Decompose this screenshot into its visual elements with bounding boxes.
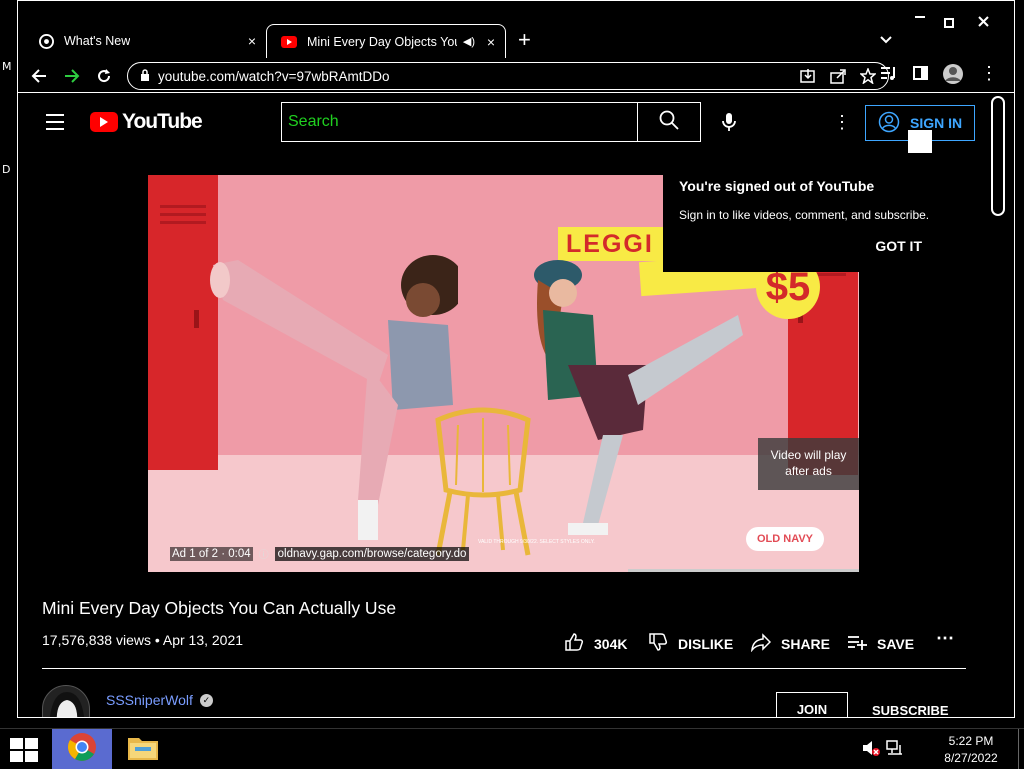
tab-whats-new[interactable]: What's New × bbox=[24, 24, 266, 58]
save-button[interactable]: SAVE bbox=[847, 632, 914, 655]
volume-muted-icon[interactable] bbox=[862, 739, 880, 762]
folder-icon bbox=[127, 733, 159, 766]
forward-button[interactable] bbox=[61, 65, 83, 87]
youtube-page: YouTube Search ⋮ SIGN IN LEGGI $5 OLD NA… bbox=[18, 94, 1014, 717]
ad-counter: Ad 1 of 2 · 0:04 bbox=[170, 546, 253, 561]
speaker-icon[interactable]: ◀) bbox=[463, 35, 475, 48]
desktop-edge-text: M bbox=[2, 60, 12, 73]
fine-print: VALID THROUGH 9/30/22. SELECT STYLES ONL… bbox=[478, 539, 595, 545]
url-text: youtube.com/watch?v=97wbRAmtDDo bbox=[158, 68, 390, 84]
share-label: SHARE bbox=[781, 635, 831, 652]
subscribe-button[interactable]: SUBSCRIBE bbox=[872, 703, 949, 717]
scrollbar-thumb[interactable] bbox=[991, 96, 1005, 216]
thumbs-up-icon bbox=[564, 632, 584, 655]
tab-strip: What's New × Mini Every Day Objects You … bbox=[18, 1, 1014, 59]
youtube-play-icon bbox=[90, 112, 118, 132]
channel-avatar[interactable] bbox=[42, 685, 90, 717]
search-button[interactable] bbox=[637, 102, 701, 142]
tab-title: Mini Every Day Objects You Ca bbox=[307, 34, 457, 49]
brand-badge: OLD NAVY bbox=[746, 527, 824, 551]
dislike-button[interactable]: DISLIKE bbox=[648, 632, 733, 655]
youtube-favicon bbox=[281, 34, 297, 50]
taskbar-file-explorer-button[interactable] bbox=[113, 729, 173, 769]
got-it-button[interactable]: GOT IT bbox=[875, 238, 922, 254]
microphone-icon[interactable] bbox=[722, 112, 736, 137]
info-icon[interactable]: ⓘ bbox=[259, 546, 269, 561]
more-actions-icon[interactable]: ⋯ bbox=[936, 628, 954, 649]
address-bar[interactable]: youtube.com/watch?v=97wbRAmtDDo bbox=[127, 62, 889, 90]
close-window-button[interactable] bbox=[978, 14, 989, 30]
popup-body: Sign in to like videos, comment, and sub… bbox=[679, 208, 930, 222]
new-tab-button[interactable]: + bbox=[518, 29, 531, 51]
video-person-right bbox=[534, 260, 743, 535]
account-icon bbox=[878, 111, 900, 136]
bookmark-star-icon[interactable] bbox=[859, 66, 877, 87]
side-panel-icon[interactable] bbox=[913, 65, 929, 86]
video-will-play-note: Video will play after ads bbox=[758, 438, 859, 490]
video-title: Mini Every Day Objects You Can Actually … bbox=[42, 598, 397, 618]
browser-toolbar: youtube.com/watch?v=97wbRAmtDDo ⋮ bbox=[18, 59, 1014, 93]
like-count: 304K bbox=[594, 635, 628, 652]
clock-time: 5:22 PM bbox=[948, 734, 994, 748]
media-control-icon[interactable] bbox=[880, 65, 896, 86]
like-button[interactable]: 304K bbox=[564, 632, 627, 655]
system-clock[interactable]: 5:22 PM 8/27/2022 bbox=[936, 733, 1006, 767]
reload-button[interactable] bbox=[93, 65, 115, 87]
tab-youtube-video[interactable]: Mini Every Day Objects You Ca ◀) × bbox=[266, 24, 506, 58]
back-button[interactable] bbox=[28, 65, 50, 87]
network-icon[interactable] bbox=[886, 739, 904, 762]
channel-name: SSSniperWolf bbox=[106, 692, 193, 708]
minimize-button[interactable] bbox=[914, 9, 926, 25]
join-button[interactable]: JOIN bbox=[776, 692, 848, 717]
chrome-icon bbox=[38, 33, 54, 49]
cursor-artifact bbox=[908, 130, 932, 153]
profile-avatar[interactable] bbox=[942, 63, 964, 90]
channel-name-link[interactable]: SSSniperWolf ✓ bbox=[106, 692, 213, 708]
share-arrow-icon bbox=[751, 632, 772, 655]
show-desktop-button[interactable] bbox=[1018, 729, 1019, 769]
tab-title: What's New bbox=[64, 34, 131, 48]
install-app-icon[interactable] bbox=[800, 68, 816, 87]
windows-start-icon[interactable] bbox=[10, 738, 38, 762]
sign-in-label: SIGN IN bbox=[910, 115, 963, 131]
taskbar: 5:22 PM 8/27/2022 bbox=[0, 728, 1024, 769]
clock-date: 8/27/2022 bbox=[944, 751, 998, 765]
search-input[interactable]: Search bbox=[281, 102, 638, 142]
desktop-edge-text: D bbox=[2, 163, 11, 176]
hamburger-menu-icon[interactable] bbox=[46, 114, 64, 135]
ad-link[interactable]: oldnavy.gap.com/browse/category.do bbox=[274, 546, 470, 561]
search-icon bbox=[659, 110, 679, 135]
youtube-wordmark: YouTube bbox=[122, 110, 203, 133]
playlist-add-icon bbox=[847, 632, 867, 655]
video-meta: 17,576,838 views • Apr 13, 2021 bbox=[42, 632, 244, 648]
close-tab-icon[interactable]: × bbox=[248, 33, 256, 49]
divider bbox=[42, 668, 966, 669]
save-label: SAVE bbox=[877, 635, 915, 652]
popup-heading: You're signed out of YouTube bbox=[679, 178, 875, 194]
video-progress-track[interactable] bbox=[628, 569, 859, 572]
video-person-left bbox=[210, 255, 458, 540]
signed-out-popup: You're signed out of YouTube Sign in to … bbox=[663, 162, 960, 272]
dislike-label: DISLIKE bbox=[678, 635, 734, 652]
lock-icon bbox=[140, 68, 150, 84]
thumbs-down-icon bbox=[648, 632, 668, 655]
maximize-button[interactable] bbox=[944, 15, 954, 31]
share-button[interactable]: SHARE bbox=[751, 632, 830, 655]
close-tab-icon[interactable]: × bbox=[487, 34, 495, 50]
chrome-icon bbox=[67, 732, 97, 767]
tab-search-icon[interactable] bbox=[880, 33, 892, 47]
browser-menu-icon[interactable]: ⋮ bbox=[980, 63, 998, 84]
taskbar-chrome-button[interactable] bbox=[52, 729, 112, 769]
ad-info-bar: Ad 1 of 2 · 0:04 ⓘ oldnavy.gap.com/brows… bbox=[170, 546, 470, 561]
share-icon[interactable] bbox=[830, 68, 846, 87]
verified-check-icon: ✓ bbox=[199, 693, 213, 707]
browser-window: What's New × Mini Every Day Objects You … bbox=[17, 0, 1015, 718]
settings-kebab-icon[interactable]: ⋮ bbox=[833, 112, 851, 133]
youtube-logo[interactable]: YouTube bbox=[90, 110, 203, 134]
